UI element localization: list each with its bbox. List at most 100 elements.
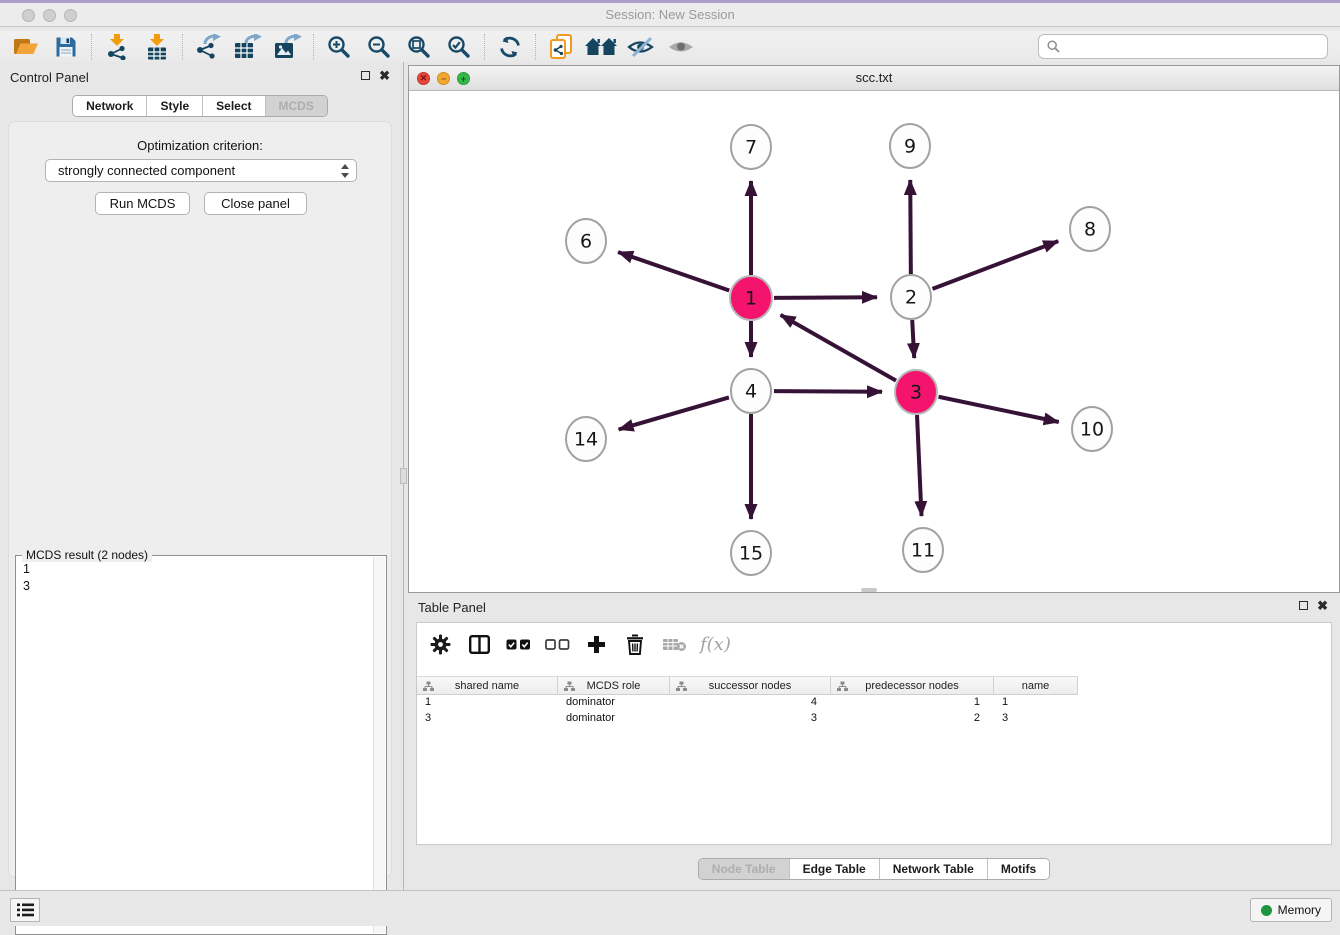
column-header-mcds-role[interactable]: MCDS role: [558, 676, 670, 695]
delete-columns-icon[interactable]: [622, 630, 648, 658]
app-titlebar: Session: New Session: [0, 0, 1340, 27]
table-cell: dominator: [558, 711, 670, 727]
graph-node-label-2: 2: [905, 287, 917, 309]
table-tabs: Node TableEdge TableNetwork TableMotifs: [408, 858, 1340, 880]
search-box[interactable]: [1038, 34, 1328, 59]
table-body: 1dominator4113dominator323: [417, 695, 1078, 727]
tab-network[interactable]: Network: [73, 96, 146, 116]
zoom-in-icon[interactable]: [319, 32, 359, 62]
graph-edge-4-3[interactable]: [774, 391, 882, 392]
deselect-all-checkboxes-icon[interactable]: [544, 630, 570, 658]
table-cell: 4: [670, 695, 831, 711]
float-panel-icon[interactable]: [361, 71, 370, 80]
zoom-fit-icon[interactable]: [399, 32, 439, 62]
graph-edge-3-10[interactable]: [939, 397, 1059, 422]
tab-motifs[interactable]: Motifs: [987, 859, 1049, 879]
import-table-icon[interactable]: [137, 32, 177, 62]
table-row[interactable]: 3dominator323: [417, 711, 1078, 727]
add-column-icon[interactable]: [583, 630, 609, 658]
network-canvas[interactable]: 7968124314101511: [409, 91, 1339, 592]
graph-node-label-4: 4: [745, 381, 757, 403]
table-panel-content: f(x) shared nameMCDS rolesuccessor nodes…: [416, 622, 1332, 845]
tab-edge-table[interactable]: Edge Table: [789, 859, 879, 879]
main-toolbar: [0, 31, 1340, 62]
dropdown-value: strongly connected component: [58, 163, 340, 178]
control-panel-header: Control Panel ✖: [0, 68, 400, 88]
close-table-panel-icon[interactable]: ✖: [1317, 600, 1328, 611]
tab-mcds[interactable]: MCDS: [265, 96, 327, 116]
refresh-icon[interactable]: [490, 32, 530, 62]
open-session-icon[interactable]: [6, 32, 46, 62]
import-network-icon[interactable]: [97, 32, 137, 62]
search-icon: [1047, 40, 1060, 53]
hide-selected-icon[interactable]: [621, 32, 661, 62]
new-network-from-selection-icon[interactable]: [541, 32, 581, 62]
table-row[interactable]: 1dominator411: [417, 695, 1078, 711]
graph-edge-3-11[interactable]: [917, 415, 921, 516]
column-header-successor-nodes[interactable]: successor nodes: [670, 676, 831, 695]
graph-edge-2-8[interactable]: [933, 241, 1059, 289]
memory-button[interactable]: Memory: [1250, 898, 1332, 922]
splitter-grip[interactable]: [400, 468, 407, 484]
float-table-panel-icon[interactable]: [1299, 601, 1308, 610]
export-table-icon[interactable]: [228, 32, 268, 62]
tree-icon: [564, 681, 575, 692]
graph-edge-1-2[interactable]: [774, 297, 877, 298]
memory-status-icon: [1261, 905, 1272, 916]
table-cell: 3: [670, 711, 831, 727]
mcds-result-list[interactable]: 1 3: [16, 558, 372, 932]
graph-edge-3-1[interactable]: [781, 315, 896, 381]
table-tab-group: Node TableEdge TableNetwork TableMotifs: [698, 858, 1050, 880]
tab-network-table[interactable]: Network Table: [879, 859, 987, 879]
close-panel-icon[interactable]: ✖: [379, 70, 390, 81]
graph-edge-2-3[interactable]: [912, 320, 914, 358]
result-scrollbar[interactable]: [373, 557, 385, 933]
control-tab-group: NetworkStyleSelectMCDS: [72, 95, 328, 117]
control-panel: Control Panel ✖ NetworkStyleSelectMCDS O…: [0, 62, 400, 890]
graph-node-label-9: 9: [904, 136, 916, 158]
table-cell: 1: [417, 695, 558, 711]
optimization-criterion-dropdown[interactable]: strongly connected component: [45, 159, 357, 182]
export-image-icon[interactable]: [268, 32, 308, 62]
graph-node-label-8: 8: [1084, 219, 1096, 241]
graph-node-label-11: 11: [911, 540, 935, 562]
table-cell: 1: [831, 695, 994, 711]
show-column-panel-icon[interactable]: [466, 630, 492, 658]
task-history-button[interactable]: [10, 898, 40, 922]
column-header-shared-name[interactable]: shared name: [417, 676, 558, 695]
show-all-icon[interactable]: [661, 32, 701, 62]
search-input[interactable]: [1066, 40, 1319, 54]
table-cell: 2: [831, 711, 994, 727]
toolbar-separator: [313, 34, 314, 60]
export-network-icon[interactable]: [188, 32, 228, 62]
network-window-titlebar[interactable]: ✕ − + scc.txt: [409, 66, 1339, 91]
graph-node-label-6: 6: [580, 231, 592, 253]
zoom-out-icon[interactable]: [359, 32, 399, 62]
column-header-name[interactable]: name: [994, 676, 1078, 695]
graph-edge-2-9[interactable]: [910, 180, 911, 274]
network-graph: 7968124314101511: [409, 91, 1339, 592]
zoom-selected-icon[interactable]: [439, 32, 479, 62]
toolbar-separator: [91, 34, 92, 60]
tree-icon: [837, 681, 848, 692]
column-header-predecessor-nodes[interactable]: predecessor nodes: [831, 676, 994, 695]
graph-edge-1-6[interactable]: [618, 252, 729, 290]
status-bar: Memory: [0, 890, 1340, 926]
save-session-icon[interactable]: [46, 32, 86, 62]
select-all-checkboxes-icon[interactable]: [505, 630, 531, 658]
graph-node-label-7: 7: [745, 137, 757, 159]
close-panel-button[interactable]: Close panel: [204, 192, 307, 215]
network-view-window: ✕ − + scc.txt 7968124314101511: [408, 65, 1340, 593]
canvas-scroll-nub[interactable]: [861, 588, 877, 592]
first-neighbors-icon[interactable]: [581, 32, 621, 62]
tab-node-table[interactable]: Node Table: [699, 859, 789, 879]
settings-gear-icon[interactable]: [427, 630, 453, 658]
graph-edge-4-14[interactable]: [619, 397, 729, 429]
panel-splitter[interactable]: [400, 62, 408, 890]
run-mcds-button[interactable]: Run MCDS: [95, 192, 190, 215]
tab-style[interactable]: Style: [146, 96, 202, 116]
table-cell: dominator: [558, 695, 670, 711]
graph-node-label-10: 10: [1080, 419, 1104, 441]
table-header-row: shared nameMCDS rolesuccessor nodesprede…: [417, 676, 1078, 695]
tab-select[interactable]: Select: [202, 96, 264, 116]
